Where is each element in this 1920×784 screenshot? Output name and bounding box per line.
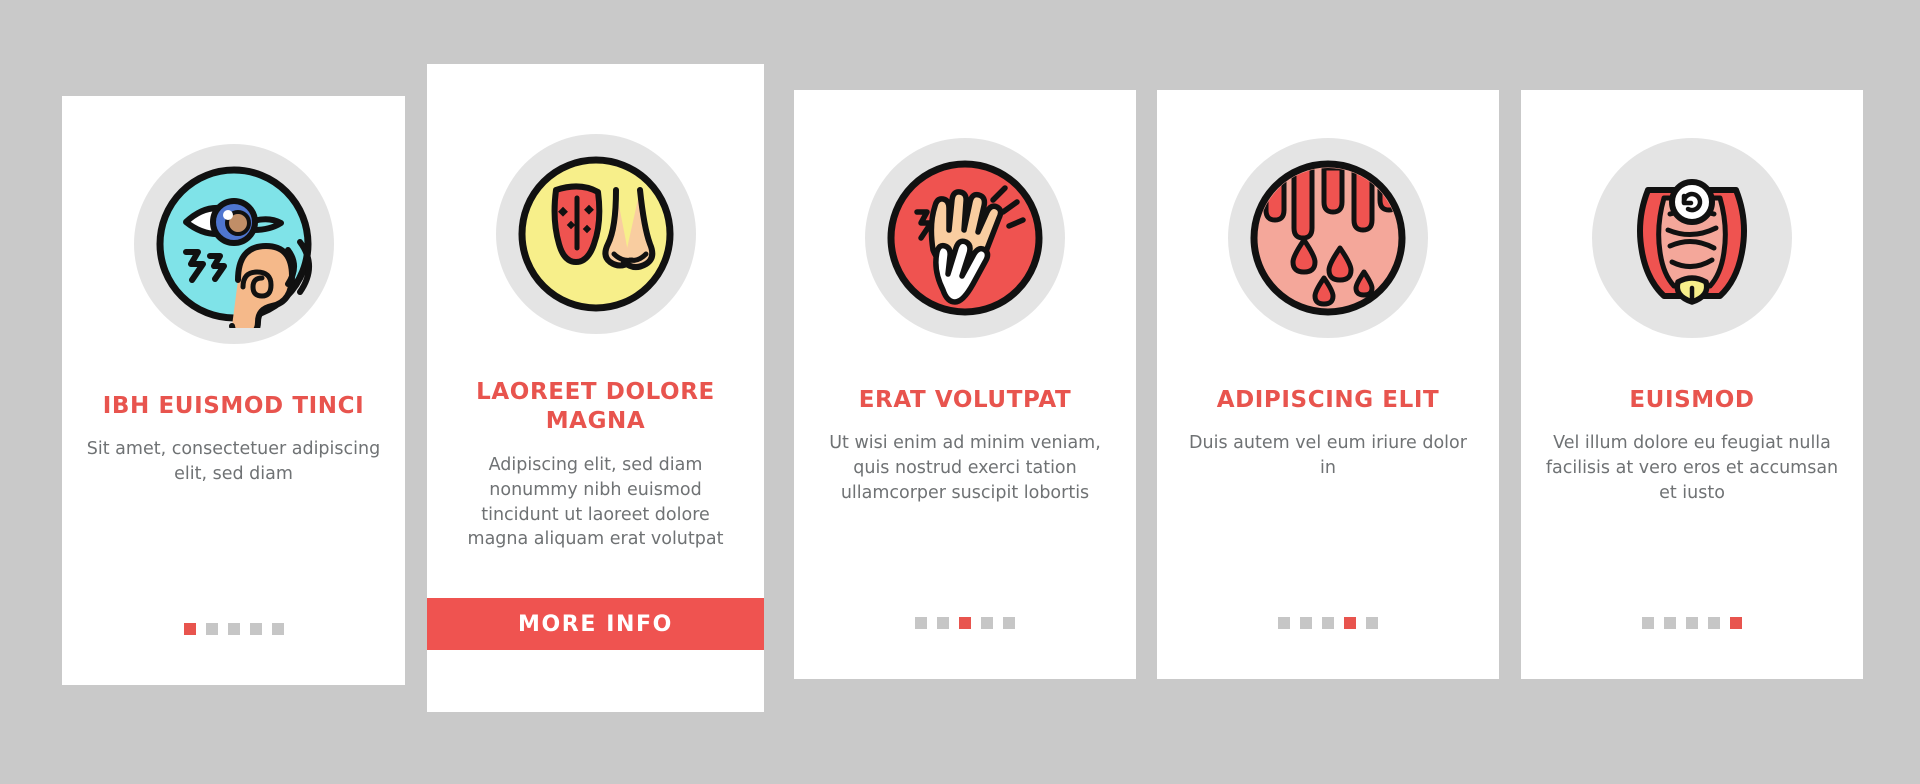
pagination-dot[interactable] (1664, 617, 1676, 629)
card-description: Duis autem vel eum iriure dolor in (1189, 433, 1467, 479)
pagination-dot[interactable] (937, 617, 949, 629)
card-title: ADIPISCING ELIT (1216, 387, 1440, 413)
pagination-dot[interactable] (959, 617, 971, 629)
pagination-dot[interactable] (1642, 617, 1654, 629)
card-title: EUISMOD (1629, 387, 1755, 413)
pagination-dot[interactable] (1003, 617, 1015, 629)
eye-ear-sensory-icon (156, 166, 312, 328)
pagination-dots[interactable] (1521, 617, 1863, 629)
pagination-dot[interactable] (1278, 617, 1290, 629)
pagination-dot[interactable] (1344, 617, 1356, 629)
tongue-nose-icon (518, 156, 673, 312)
onboarding-card-3[interactable]: ERAT VOLUTPAT Ut wisi enim ad minim veni… (794, 90, 1136, 679)
icon-disc-1 (133, 144, 334, 344)
icon-disc-4 (1228, 138, 1428, 338)
onboarding-card-2-featured[interactable]: LAOREET DOLORE MAGNA Adipiscing elit, se… (427, 64, 764, 712)
pagination-dot[interactable] (249, 623, 262, 635)
pagination-dots[interactable] (1157, 617, 1499, 629)
onboarding-card-1[interactable]: IBH EUISMOD TINCI Sit amet, consectetuer… (62, 96, 405, 685)
pagination-dot[interactable] (915, 617, 927, 629)
pagination-dot[interactable] (981, 617, 993, 629)
blood-drops-skin-icon (1250, 160, 1406, 316)
pagination-dot[interactable] (1300, 617, 1312, 629)
card-description: Vel illum dolore eu feugiat nulla facili… (1545, 433, 1839, 504)
pagination-dot[interactable] (1366, 617, 1378, 629)
pagination-dot[interactable] (1686, 617, 1698, 629)
card-description: Adipiscing elit, sed diam nonummy nibh e… (467, 454, 724, 550)
intestines-digestive-icon (1637, 179, 1747, 305)
onboarding-card-4[interactable]: ADIPISCING ELIT Duis autem vel eum iriur… (1157, 90, 1499, 679)
pagination-dots[interactable] (794, 617, 1136, 629)
pagination-dot[interactable] (271, 623, 284, 635)
card-title: IBH EUISMOD TINCI (102, 393, 365, 419)
pagination-dot[interactable] (205, 623, 218, 635)
card-title: LAOREET DOLORE MAGNA (476, 379, 715, 435)
card-description: Sit amet, consectetuer adipiscing elit, … (86, 439, 381, 485)
pagination-dot[interactable] (1730, 617, 1742, 629)
onboarding-card-5[interactable]: EUISMOD Vel illum dolore eu feugiat null… (1521, 90, 1863, 679)
pagination-dot[interactable] (227, 623, 240, 635)
card-description: Ut wisi enim ad minim veniam, quis nostr… (829, 433, 1101, 504)
itching-hands-icon (887, 160, 1043, 316)
icon-disc-3 (865, 138, 1065, 338)
pagination-dot[interactable] (1708, 617, 1720, 629)
icon-disc-5 (1592, 138, 1792, 338)
pagination-dot[interactable] (183, 623, 196, 635)
pagination-dot[interactable] (1322, 617, 1334, 629)
card-title: ERAT VOLUTPAT (858, 387, 1072, 413)
icon-disc-2 (495, 134, 696, 334)
pagination-dots[interactable] (62, 623, 405, 635)
more-info-button[interactable]: MORE INFO (427, 598, 764, 650)
onboarding-screens-stage: IBH EUISMOD TINCI Sit amet, consectetuer… (0, 0, 1920, 784)
